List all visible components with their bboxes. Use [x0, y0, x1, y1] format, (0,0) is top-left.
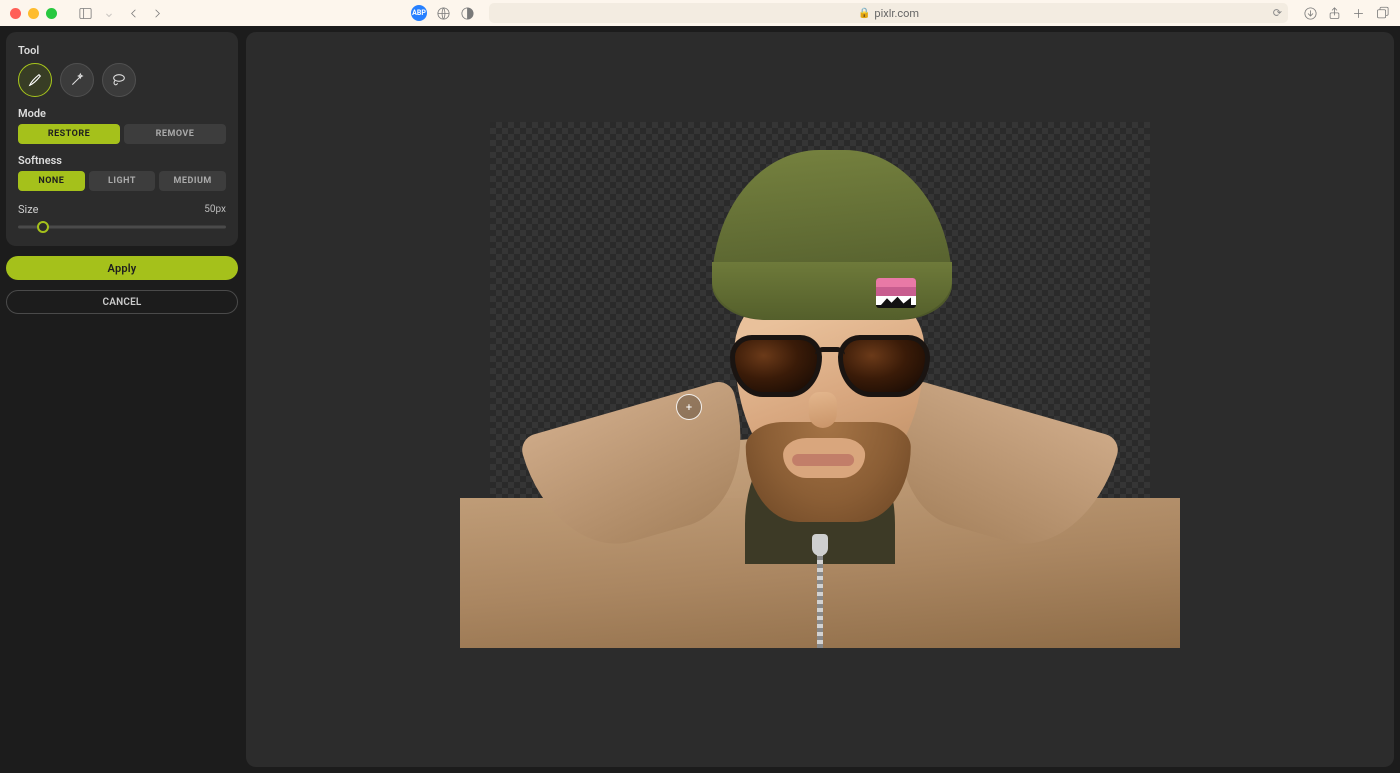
tool-panel: Tool Mode Restore Remove Softness None — [6, 32, 238, 246]
size-value: 50px — [204, 204, 226, 215]
sunglasses-shape — [730, 335, 930, 401]
magic-tool-button[interactable] — [60, 63, 94, 97]
canvas-area: + — [246, 32, 1394, 767]
brush-cursor-icon: + — [676, 394, 702, 420]
extension-contrast-icon[interactable] — [459, 5, 475, 21]
bridge-shape — [815, 347, 845, 355]
sidebar: Tool Mode Restore Remove Softness None — [6, 32, 238, 767]
softness-none-button[interactable]: None — [18, 171, 85, 191]
window-close-icon[interactable] — [10, 8, 21, 19]
url-host: pixlr.com — [874, 7, 919, 20]
address-bar[interactable]: 🔒 pixlr.com ⟳ — [489, 3, 1288, 23]
new-tab-icon[interactable] — [1350, 5, 1366, 21]
app-root: Tool Mode Restore Remove Softness None — [0, 26, 1400, 773]
lasso-tool-button[interactable] — [102, 63, 136, 97]
mode-remove-button[interactable]: Remove — [124, 124, 226, 144]
extension-abp-icon[interactable]: ABP — [411, 5, 427, 21]
apply-button[interactable]: Apply — [6, 256, 238, 280]
magic-wand-icon — [69, 72, 85, 88]
reload-icon[interactable]: ⟳ — [1273, 7, 1282, 20]
beanie-fold-shape — [712, 262, 952, 320]
zipper-shape — [817, 552, 823, 648]
mode-segment: Restore Remove — [18, 124, 226, 144]
extension-translate-icon[interactable] — [435, 5, 451, 21]
tab-overview-icon[interactable] — [1374, 5, 1390, 21]
nav-forward-icon[interactable] — [149, 5, 165, 21]
lens-right — [838, 335, 930, 397]
tool-section-label: Tool — [18, 44, 226, 57]
softness-section-label: Softness — [18, 154, 226, 167]
window-zoom-icon[interactable] — [46, 8, 57, 19]
size-slider[interactable] — [18, 220, 226, 234]
sidebar-toggle-icon[interactable] — [77, 5, 93, 21]
mode-restore-button[interactable]: Restore — [18, 124, 120, 144]
beanie-shape — [712, 150, 952, 320]
mode-section-label: Mode — [18, 107, 226, 120]
tool-picker — [18, 63, 226, 97]
chevron-down-icon[interactable]: ⌄ — [101, 5, 117, 21]
subject-illustration — [490, 122, 1150, 648]
slider-thumb[interactable] — [37, 221, 49, 233]
brand-patch — [876, 278, 916, 308]
softness-medium-button[interactable]: Medium — [159, 171, 226, 191]
brush-tool-button[interactable] — [18, 63, 52, 97]
share-icon[interactable] — [1326, 5, 1342, 21]
softness-segment: None Light Medium — [18, 171, 226, 191]
window-controls — [10, 8, 57, 19]
softness-light-button[interactable]: Light — [89, 171, 156, 191]
lock-icon: 🔒 — [858, 8, 870, 19]
image-canvas[interactable] — [490, 122, 1150, 648]
brush-icon — [27, 72, 43, 88]
cancel-button[interactable]: Cancel — [6, 290, 238, 314]
window-minimize-icon[interactable] — [28, 8, 39, 19]
collar-left-shape — [518, 378, 765, 564]
mountain-icon — [876, 296, 916, 305]
lips-shape — [792, 454, 854, 466]
lasso-icon — [111, 72, 127, 88]
zipper-pull-shape — [812, 534, 828, 556]
slider-track — [18, 226, 226, 229]
nav-back-icon[interactable] — [125, 5, 141, 21]
browser-toolbar: ⌄ ABP 🔒 pixlr.com ⟳ — [0, 0, 1400, 26]
downloads-icon[interactable] — [1302, 5, 1318, 21]
size-section-label: Size — [18, 203, 38, 216]
lens-left — [730, 335, 822, 397]
